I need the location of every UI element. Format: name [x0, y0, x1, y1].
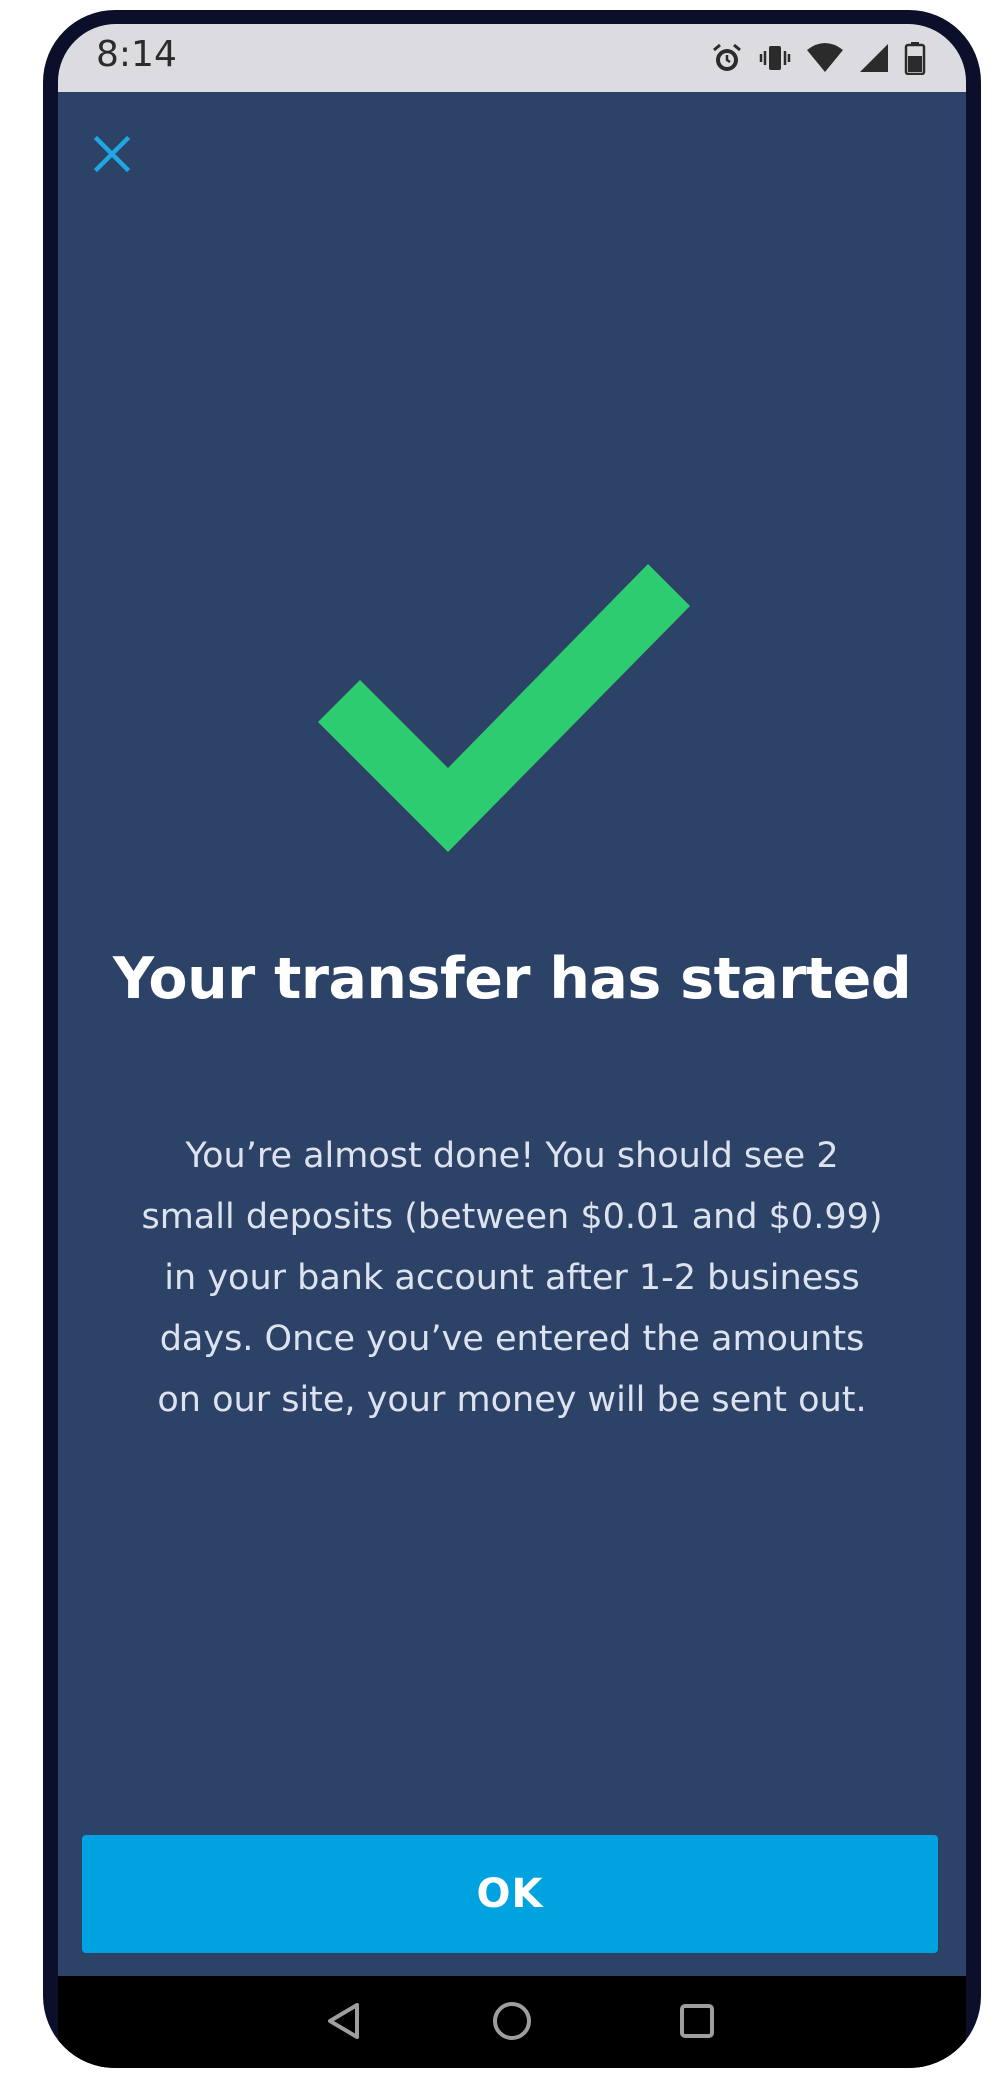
navigation-bar — [58, 1976, 966, 2068]
phone-frame: 8:14 Your transfer has started You’re al… — [43, 10, 981, 2068]
status-time: 8:14 — [96, 34, 177, 75]
nav-home-button[interactable] — [487, 1998, 537, 2048]
status-bar: 8:14 — [58, 24, 966, 92]
page-title: Your transfer has started — [112, 946, 912, 1012]
app-screen: 8:14 Your transfer has started You’re al… — [58, 24, 966, 2068]
ok-button[interactable]: OK — [82, 1835, 938, 1953]
vibrate-icon — [758, 41, 792, 75]
checkmark-icon — [318, 564, 708, 874]
alarm-icon — [710, 41, 744, 75]
description-line: You’re almost done! You should see 2 — [185, 1136, 839, 1176]
close-icon — [92, 134, 132, 178]
description-line: in your bank account after 1-2 business — [164, 1258, 860, 1298]
nav-back-button[interactable] — [319, 1998, 369, 2048]
status-icons — [710, 38, 926, 78]
description-line: days. Once you’ve entered the amounts — [159, 1319, 865, 1359]
signal-icon — [858, 42, 890, 74]
home-icon — [490, 1999, 534, 2047]
description-line: small deposits (between $0.01 and $0.99) — [141, 1197, 883, 1237]
nav-recents-button[interactable] — [672, 1998, 722, 2048]
battery-icon — [904, 41, 926, 75]
recents-icon — [677, 2001, 717, 2045]
wifi-icon — [806, 42, 844, 74]
description-text: You’re almost done! You should see 2 sma… — [68, 1126, 956, 1431]
close-button[interactable] — [86, 130, 138, 182]
back-icon — [324, 2001, 364, 2045]
description-line: on our site, your money will be sent out… — [157, 1380, 867, 1420]
